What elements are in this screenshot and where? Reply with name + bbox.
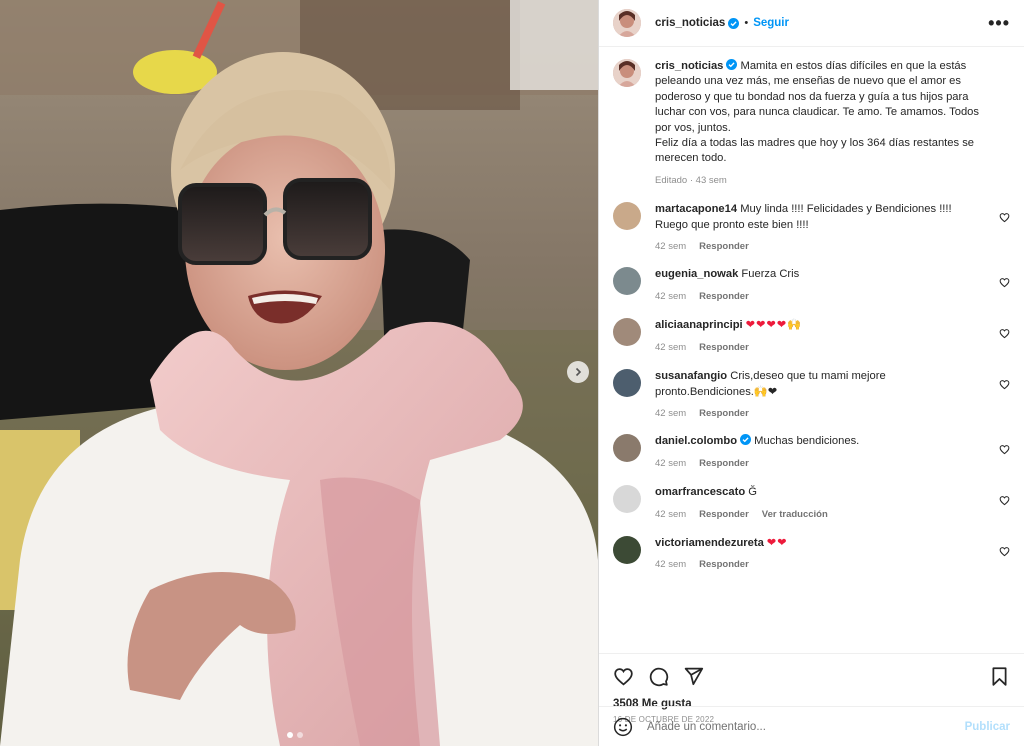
carousel-indicator	[287, 732, 303, 738]
commenter-avatar[interactable]	[613, 202, 641, 231]
comment-icon[interactable]	[648, 666, 669, 687]
commenter-avatar[interactable]	[613, 535, 641, 564]
verified-badge-icon	[726, 59, 738, 70]
caption-text: por vos, juntos.	[655, 121, 731, 134]
reply-button[interactable]: Responder	[699, 289, 749, 304]
add-comment-bar: Publicar	[599, 706, 1024, 746]
comment-time: 42 sem	[655, 341, 687, 353]
author-username[interactable]: cris_noticias	[655, 17, 725, 29]
comment-like-icon[interactable]	[999, 379, 1010, 390]
comment-text: Muy linda !!!! Felicidades y Bendiciones…	[740, 203, 952, 216]
smiley-icon[interactable]	[613, 717, 633, 737]
comment-time: 42 sem	[655, 290, 687, 302]
carousel-next-button[interactable]	[567, 361, 589, 383]
paper-plane-icon[interactable]	[683, 666, 704, 687]
commenter-username[interactable]: aliciaanaprincipi	[655, 319, 743, 331]
post-header: cris_noticias • Seguir •••	[599, 0, 1024, 47]
comment-input[interactable]	[647, 720, 965, 733]
comment-time: 42 sem	[655, 457, 687, 469]
comment-time: 42 sem	[655, 407, 687, 419]
more-options-icon[interactable]: •••	[988, 14, 1010, 32]
carousel-dot	[297, 732, 303, 738]
caption-text: peleando una vez más, me enseñas de nuev…	[655, 75, 961, 88]
caption-text: Feliz día a todas las madres que hoy y l…	[655, 137, 975, 150]
comment-text: ❤❤	[766, 536, 788, 549]
caption-text: merecen todo.	[655, 152, 727, 165]
verified-badge-icon	[728, 17, 740, 29]
comment-time: 42 sem	[655, 508, 687, 520]
post-image	[0, 0, 598, 746]
comment-text: Cris,deseo que tu mami mejore	[730, 370, 886, 383]
comment-item: martacapone14 Muy linda !!!! Felicidades…	[613, 202, 1010, 254]
caption-text: poderoso y que tu bondad nos da fuerza y…	[655, 90, 969, 103]
author-avatar[interactable]	[613, 59, 641, 87]
comment-item: victoriamendezureta ❤❤ 42 sem Responder	[613, 535, 1010, 573]
reply-button[interactable]: Responder	[699, 239, 749, 254]
commenter-username[interactable]: victoriamendezureta	[655, 537, 764, 549]
caption-text: Mamita en estos días difíciles en que la…	[740, 60, 967, 72]
reply-button[interactable]: Responder	[699, 340, 749, 355]
reply-button[interactable]: Responder	[699, 406, 749, 421]
comment-text: Ğ	[748, 486, 757, 499]
commenter-avatar[interactable]	[613, 485, 641, 514]
commenter-avatar[interactable]	[613, 267, 641, 296]
post-caption: cris_noticias Mamita en estos días difíc…	[613, 59, 1010, 188]
comment-time: 42 sem	[655, 559, 687, 571]
verified-badge-icon	[740, 434, 752, 446]
bookmark-icon[interactable]	[989, 666, 1010, 687]
heart-icon[interactable]	[613, 666, 634, 687]
comment-like-icon[interactable]	[999, 212, 1010, 223]
publish-button[interactable]: Publicar	[965, 721, 1010, 733]
commenter-avatar[interactable]	[613, 318, 641, 347]
see-translation-button[interactable]: Ver traducción	[762, 507, 828, 522]
commenter-avatar[interactable]	[613, 369, 641, 398]
commenter-avatar[interactable]	[613, 434, 641, 463]
comment-item: aliciaanaprincipi ❤❤❤❤🙌 42 sem Responder	[613, 318, 1010, 355]
caption-meta: Editado · 43 sem	[655, 174, 727, 186]
comment-text: ❤❤❤❤🙌	[745, 319, 803, 332]
carousel-dot	[287, 732, 293, 738]
comments-list[interactable]: cris_noticias Mamita en estos días difíc…	[599, 47, 1024, 653]
comment-text: pronto.Bendiciones.🙌❤	[655, 385, 778, 398]
commenter-username[interactable]: eugenia_nowak	[655, 268, 738, 280]
comment-like-icon[interactable]	[999, 444, 1010, 455]
post-photo	[0, 0, 598, 746]
comment-like-icon[interactable]	[999, 328, 1010, 339]
comment-like-icon[interactable]	[999, 495, 1010, 506]
comment-text: Ruego que pronto este bien !!!!	[655, 218, 809, 231]
comment-text: Fuerza Cris	[741, 268, 800, 281]
commenter-username[interactable]: susanafangio	[655, 370, 727, 382]
comment-item: daniel.colombo Muchas bendiciones. 42 sem…	[613, 434, 1010, 471]
comment-text: Muchas bendiciones.	[754, 435, 860, 448]
action-bar	[599, 653, 1024, 698]
reply-button[interactable]: Responder	[699, 557, 749, 572]
comment-item: susanafangio Cris,deseo que tu mami mejo…	[613, 369, 1010, 421]
follow-button[interactable]: Seguir	[753, 17, 789, 29]
comment-item: eugenia_nowak Fuerza Cris 42 sem Responder	[613, 267, 1010, 304]
author-avatar[interactable]	[613, 9, 641, 37]
reply-button[interactable]: Responder	[699, 507, 749, 522]
caption-text: luchar con vos, para nunca claudicar. Te…	[655, 106, 979, 119]
comment-item: omarfrancescato Ğ 42 sem Responder Ver trad…	[613, 485, 1010, 522]
caption-username[interactable]: cris_noticias	[655, 60, 723, 72]
comment-time: 42 sem	[655, 241, 687, 253]
commenter-username[interactable]: daniel.colombo	[655, 435, 737, 447]
post-sidebar: cris_noticias • Seguir ••• cris_noticias…	[598, 0, 1024, 746]
chevron-right-icon	[575, 367, 582, 377]
commenter-username[interactable]: martacapone14	[655, 203, 737, 215]
comment-like-icon[interactable]	[999, 546, 1010, 557]
separator: •	[744, 17, 749, 29]
comment-like-icon[interactable]	[999, 277, 1010, 288]
commenter-username[interactable]: omarfrancescato	[655, 486, 745, 498]
reply-button[interactable]: Responder	[699, 456, 749, 471]
